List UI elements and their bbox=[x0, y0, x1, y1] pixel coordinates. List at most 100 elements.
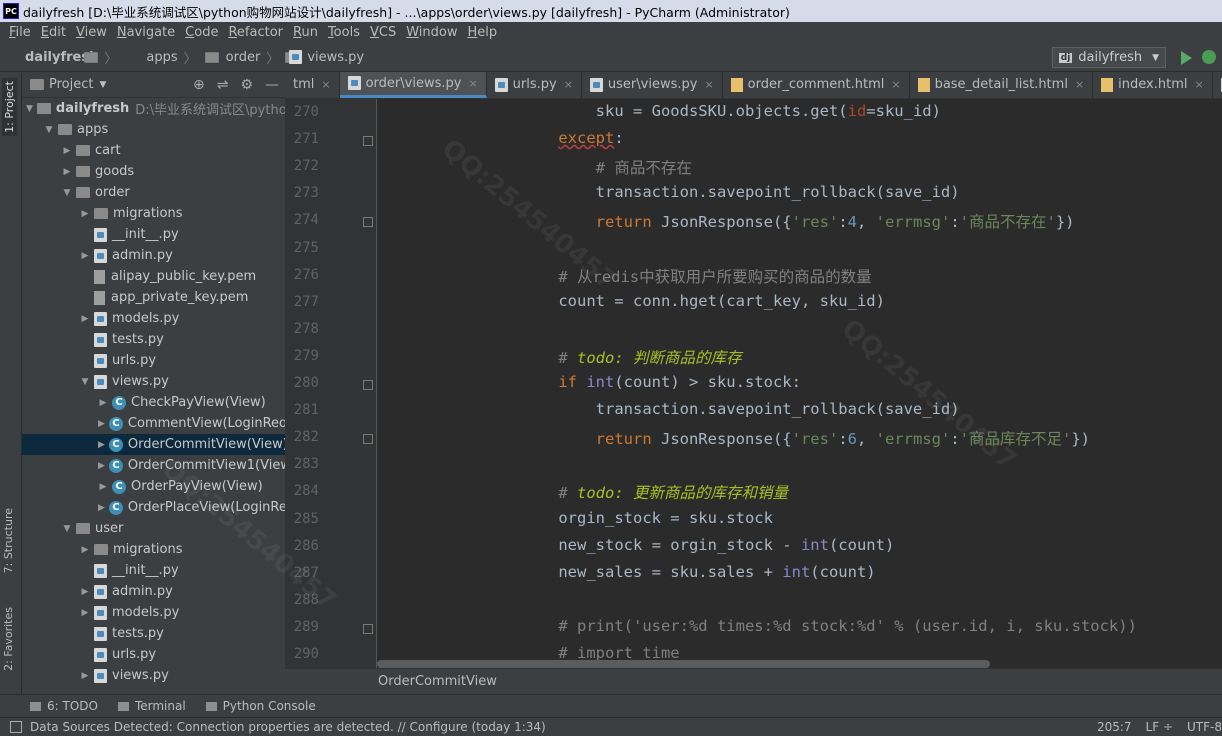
tree-item[interactable]: ▶ goods bbox=[22, 161, 285, 182]
expand-arrow-icon[interactable]: ▶ bbox=[62, 146, 72, 156]
tree-item[interactable]: alipay_public_key.pem bbox=[22, 266, 285, 287]
close-icon[interactable]: × bbox=[321, 78, 330, 91]
editor-tab[interactable]: base_detail_list.html × bbox=[910, 72, 1094, 98]
menu-run[interactable]: Run bbox=[288, 25, 323, 40]
tree-item[interactable]: ▶ admin.py bbox=[22, 245, 285, 266]
tree-item[interactable]: tests.py bbox=[22, 329, 285, 350]
editor-tab[interactable]: defaulttags.py× bbox=[1213, 72, 1222, 98]
hide-icon[interactable]: — bbox=[265, 77, 279, 93]
close-icon[interactable]: × bbox=[564, 78, 573, 91]
fold-marker-icon[interactable] bbox=[363, 434, 373, 445]
expand-arrow-icon[interactable]: ▶ bbox=[98, 419, 105, 429]
tree-item[interactable]: ▶ views.py bbox=[22, 665, 285, 686]
tool-tab-python-console[interactable]: Python Console bbox=[205, 699, 316, 713]
event-log-icon[interactable] bbox=[10, 721, 22, 733]
editor-tab[interactable]: tml × bbox=[285, 72, 340, 98]
menu-refactor[interactable]: Refactor bbox=[223, 25, 288, 40]
line-separator[interactable]: LF ÷ bbox=[1146, 720, 1173, 734]
menu-view[interactable]: View bbox=[71, 25, 112, 40]
tree-item[interactable]: __init__.py bbox=[22, 560, 285, 581]
horizontal-scrollbar[interactable] bbox=[377, 660, 990, 668]
expand-arrow-icon[interactable]: ▼ bbox=[26, 104, 33, 114]
gear-icon[interactable]: ⚙ bbox=[240, 77, 253, 93]
caret-position[interactable]: 205:7 bbox=[1097, 720, 1132, 734]
tree-item[interactable]: ▼ apps bbox=[22, 119, 285, 140]
expand-arrow-icon[interactable]: ▼ bbox=[62, 524, 72, 534]
expand-arrow-icon[interactable]: ▶ bbox=[80, 671, 90, 681]
fold-marker-icon[interactable] bbox=[363, 380, 373, 390]
close-icon[interactable]: × bbox=[1194, 78, 1203, 91]
tree-item[interactable]: ▶ C CheckPayView(View) bbox=[22, 392, 285, 413]
editor-tab[interactable]: order\views.py × bbox=[339, 72, 487, 98]
tree-item[interactable]: ▶ models.py bbox=[22, 308, 285, 329]
menu-help[interactable]: Help bbox=[463, 25, 503, 40]
tree-item[interactable]: tests.py bbox=[22, 623, 285, 644]
tree-item[interactable]: ▼ order bbox=[22, 182, 285, 203]
menu-tools[interactable]: Tools bbox=[323, 25, 365, 40]
editor-tab[interactable]: urls.py × bbox=[487, 72, 582, 98]
menu-window[interactable]: Window bbox=[401, 25, 462, 40]
locate-icon[interactable]: ⊕ bbox=[193, 77, 205, 93]
tree-item[interactable]: urls.py bbox=[22, 350, 285, 371]
tree-item[interactable]: ▼ views.py bbox=[22, 371, 285, 392]
tool-tab-terminal[interactable]: Terminal bbox=[117, 699, 186, 713]
chevron-down-icon[interactable]: ▼ bbox=[99, 80, 106, 90]
tree-item[interactable]: ▶ C OrderCommitView1(View) bbox=[22, 455, 285, 476]
expand-arrow-icon[interactable]: ▼ bbox=[62, 188, 72, 198]
tree-item[interactable]: ▶ models.py bbox=[22, 602, 285, 623]
tree-item[interactable]: ▼ user bbox=[22, 518, 285, 539]
breadcrumb-project[interactable]: dailyfresh 〉 bbox=[6, 48, 123, 67]
menu-code[interactable]: Code bbox=[180, 25, 223, 40]
tree-item[interactable]: ▶ migrations bbox=[22, 203, 285, 224]
debug-icon[interactable] bbox=[1202, 50, 1216, 64]
editor-breadcrumb-class[interactable]: OrderCommitView bbox=[378, 674, 497, 689]
tool-tab-project[interactable]: 1: Project bbox=[2, 78, 17, 136]
menu-navigate[interactable]: Navigate bbox=[112, 25, 180, 40]
run-icon[interactable] bbox=[1181, 51, 1192, 65]
tree-item[interactable]: ▶ C OrderCommitView(View) bbox=[22, 434, 285, 455]
tree-item[interactable]: __init__.py bbox=[22, 224, 285, 245]
fold-marker-icon[interactable] bbox=[363, 623, 373, 634]
expand-arrow-icon[interactable]: ▼ bbox=[44, 125, 54, 135]
expand-arrow-icon[interactable]: ▶ bbox=[98, 398, 108, 408]
fold-marker-icon[interactable] bbox=[363, 217, 373, 228]
collapse-icon[interactable]: ⇌ bbox=[217, 77, 229, 93]
close-icon[interactable]: × bbox=[1075, 78, 1084, 91]
menu-edit[interactable]: Edit bbox=[36, 25, 71, 40]
close-icon[interactable]: × bbox=[468, 77, 477, 90]
expand-arrow-icon[interactable]: ▶ bbox=[98, 503, 105, 513]
menu-file[interactable]: File bbox=[4, 25, 36, 40]
expand-arrow-icon[interactable]: ▼ bbox=[80, 377, 90, 387]
tool-tab-structure[interactable]: 7: Structure bbox=[2, 508, 15, 573]
code-editor[interactable]: sku = GoodsSKU.objects.get(id=sku_id) ex… bbox=[377, 99, 1222, 668]
fold-marker-icon[interactable] bbox=[363, 136, 373, 147]
tree-root[interactable]: ▼ dailyfresh D:\毕业系统调试区\python购 bbox=[22, 98, 285, 119]
tree-item[interactable]: ▶ C OrderPlaceView(LoginReq bbox=[22, 497, 285, 518]
expand-arrow-icon[interactable]: ▶ bbox=[80, 314, 90, 324]
expand-arrow-icon[interactable]: ▶ bbox=[62, 167, 72, 177]
tree-item[interactable]: urls.py bbox=[22, 644, 285, 665]
expand-arrow-icon[interactable]: ▶ bbox=[80, 545, 90, 555]
editor-tab[interactable]: index.html × bbox=[1093, 72, 1213, 98]
tree-item[interactable]: ▶ admin.py bbox=[22, 581, 285, 602]
tree-item[interactable]: ▶ cart bbox=[22, 140, 285, 161]
breadcrumb-apps[interactable]: apps 〉 bbox=[127, 48, 220, 67]
tree-item[interactable]: ▶ C CommentView(LoginRequi bbox=[22, 413, 285, 434]
editor-tab[interactable]: order_comment.html × bbox=[723, 72, 910, 98]
tool-tab-todo[interactable]: 6: TODO bbox=[30, 699, 98, 713]
tree-item[interactable]: ▶ migrations bbox=[22, 539, 285, 560]
menu-vcs[interactable]: VCS bbox=[365, 25, 401, 40]
tool-tab-favorites[interactable]: 2: Favorites bbox=[2, 607, 15, 671]
expand-arrow-icon[interactable]: ▶ bbox=[98, 482, 108, 492]
editor-tab[interactable]: user\views.py × bbox=[582, 72, 723, 98]
breadcrumb-file[interactable]: views.py bbox=[289, 50, 364, 65]
tree-item[interactable]: ▶ C OrderPayView(View) bbox=[22, 476, 285, 497]
file-encoding[interactable]: UTF-8 bbox=[1187, 720, 1222, 734]
expand-arrow-icon[interactable]: ▶ bbox=[80, 608, 90, 618]
expand-arrow-icon[interactable]: ▶ bbox=[80, 209, 90, 219]
project-view-select[interactable]: Project bbox=[49, 77, 93, 92]
expand-arrow-icon[interactable]: ▶ bbox=[80, 587, 90, 597]
run-configuration-select[interactable]: dj dailyfresh ▼ bbox=[1051, 47, 1166, 68]
tree-item[interactable]: app_private_key.pem bbox=[22, 287, 285, 308]
expand-arrow-icon[interactable]: ▶ bbox=[98, 440, 105, 450]
